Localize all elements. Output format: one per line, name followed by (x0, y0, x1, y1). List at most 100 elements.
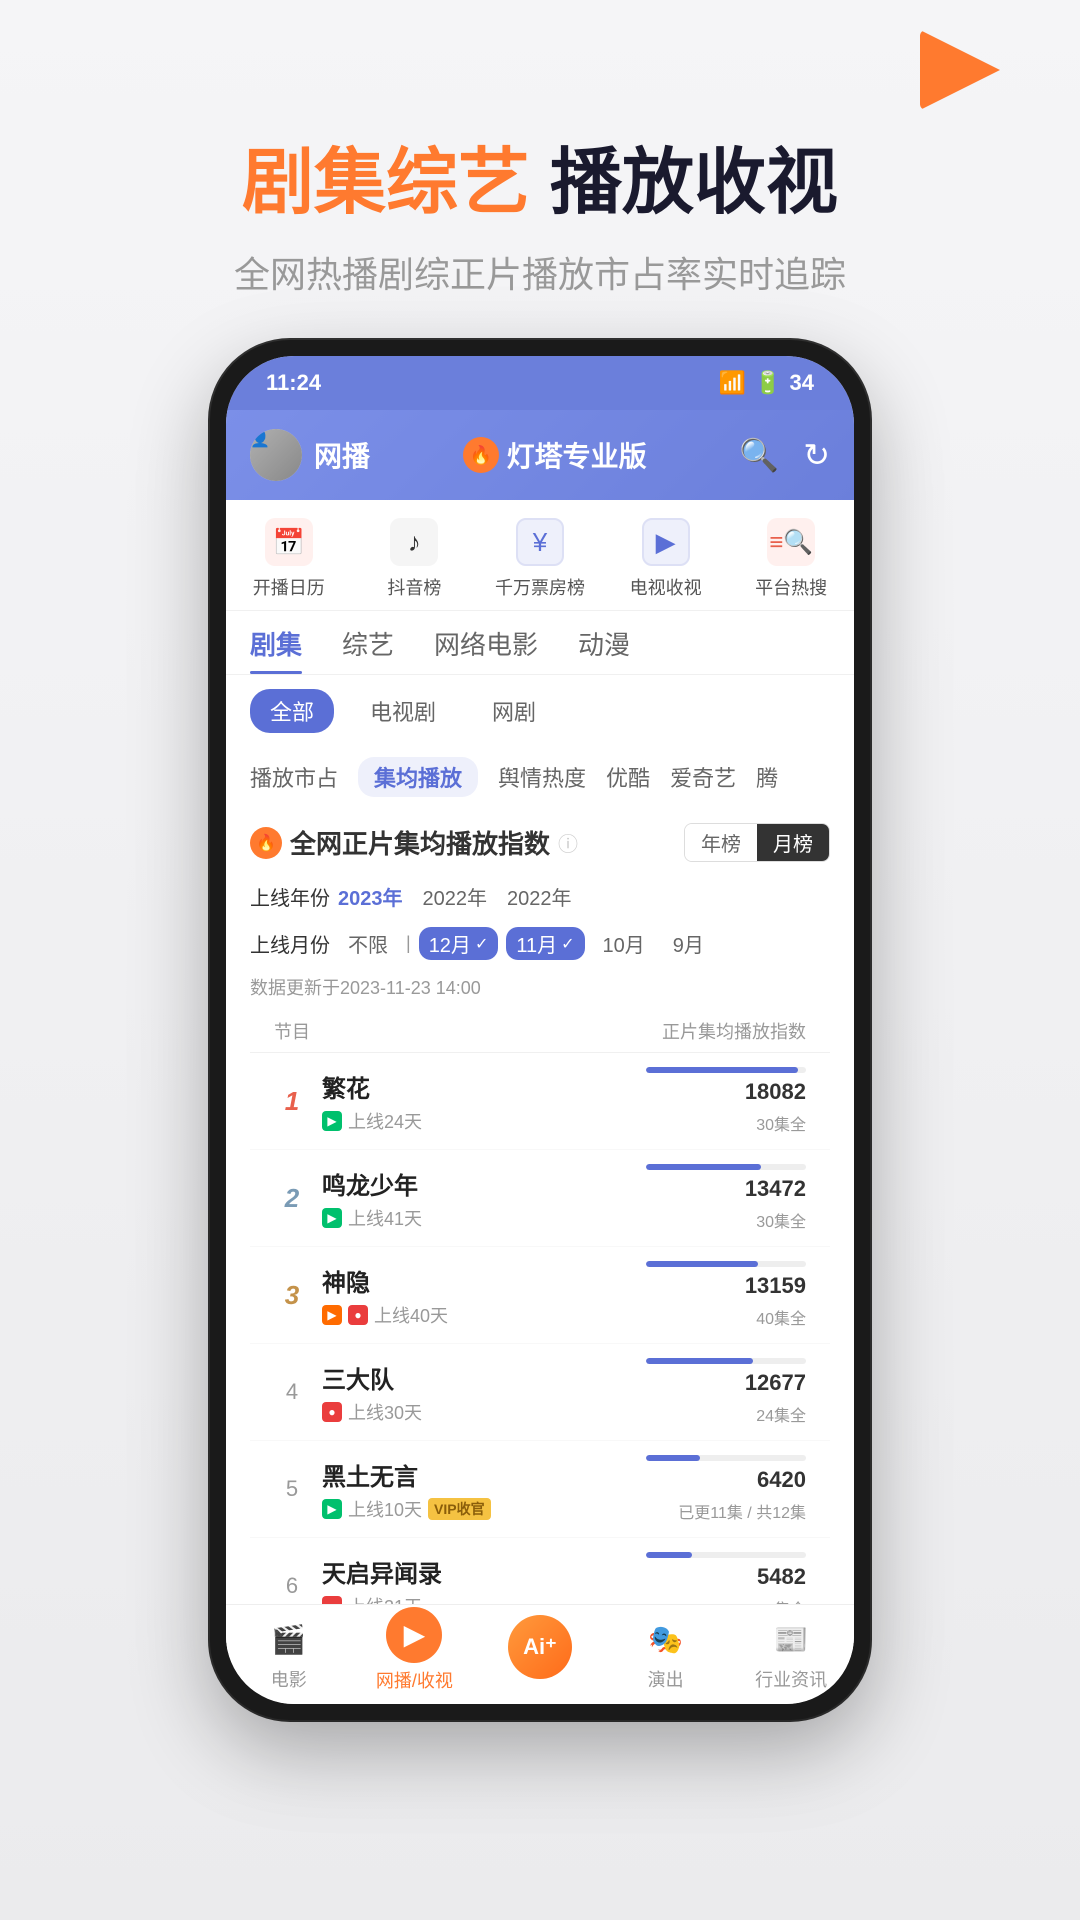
status-icons: 📶 🔋 34 (719, 370, 814, 396)
list-item[interactable]: 1 繁花 ▶ 上线24天 18082 30集全 (250, 1053, 830, 1150)
list-item[interactable]: 4 三大队 ● 上线30天 12677 24集全 (250, 1344, 830, 1441)
score-bar (646, 1261, 806, 1267)
year-2022a[interactable]: 2022年 (423, 882, 488, 911)
filter-avgplay[interactable]: 集均播放 (358, 757, 478, 797)
nav-item-tv[interactable]: ▶ 电视收视 (603, 516, 729, 600)
nav-label-tv: 电视收视 (630, 574, 702, 600)
filter-youku[interactable]: 优酷 (606, 761, 650, 793)
tab-variety[interactable]: 综艺 (342, 625, 394, 674)
month-separator: | (406, 933, 411, 954)
item-name: 神隐 (322, 1263, 634, 1298)
chart-title-row: 🔥 全网正片集均播放指数 ⓘ (250, 824, 578, 861)
refresh-icon[interactable]: ↻ (803, 436, 830, 474)
score-sub: 24集全 (756, 1402, 806, 1426)
app-header: 👤 网播 🔥 灯塔专业版 🔍 ↻ (226, 410, 854, 500)
tv-icon: ▶ (640, 516, 692, 568)
filter-iqiyi[interactable]: 爱奇艺 (670, 761, 736, 793)
chart-tab-year[interactable]: 年榜 (685, 824, 757, 861)
sub-tab-tv[interactable]: 电视剧 (350, 689, 456, 733)
item-meta: ▶ 上线41天 (322, 1205, 634, 1231)
item-info: 鸣龙少年 ▶ 上线41天 (322, 1166, 634, 1231)
platform-youku-icon: ▶ (322, 1305, 342, 1325)
filter-sentiment[interactable]: 舆情热度 (498, 761, 586, 793)
tab-drama[interactable]: 剧集 (250, 625, 302, 674)
item-online-days: 上线40天 (374, 1302, 448, 1328)
boxoffice-icon: ¥ (514, 516, 566, 568)
phone-inner: 11:24 📶 🔋 34 👤 网播 🔥 灯塔专业版 (226, 356, 854, 1704)
bar-fill (646, 1358, 753, 1364)
month-12[interactable]: 12月 ✓ (419, 927, 499, 960)
avatar[interactable]: 👤 (250, 429, 302, 481)
app-brand-label: 网播 (314, 435, 370, 475)
rank-1: 1 (285, 1086, 299, 1116)
nav-movie[interactable]: 🎬 电影 (226, 1618, 352, 1692)
nav-label-calendar: 开播日历 (253, 574, 325, 600)
score-value: 6420 (757, 1467, 806, 1493)
rank-number: 4 (274, 1379, 310, 1405)
nav-item-hot[interactable]: ≡🔍 平台热搜 (728, 516, 854, 600)
sub-tab-all[interactable]: 全部 (250, 689, 334, 733)
item-bar-score: 6420 已更11集 / 共12集 (646, 1455, 806, 1523)
info-icon[interactable]: ⓘ (558, 828, 578, 857)
rank-3: 3 (285, 1280, 299, 1310)
app-header-right: 🔍 ↻ (739, 436, 830, 474)
sub-tab-web[interactable]: 网剧 (472, 689, 556, 733)
nav-webcast[interactable]: ▶ 网播/收视 (352, 1617, 478, 1693)
item-name: 天启异闻录 (322, 1554, 634, 1589)
chart-brand-icon: 🔥 (250, 827, 282, 859)
item-online-days: 上线10天 (348, 1496, 422, 1522)
item-info: 繁花 ▶ 上线24天 (322, 1069, 634, 1134)
wifi-icon: 📶 (719, 370, 746, 396)
list-item[interactable]: 3 神隐 ▶ ● 上线40天 13159 (250, 1247, 830, 1344)
bar-fill (646, 1455, 700, 1461)
search-icon[interactable]: 🔍 (739, 436, 779, 474)
news-nav-icon: 📰 (769, 1618, 813, 1662)
movie-nav-icon: 🎬 (267, 1618, 311, 1662)
year-2022b[interactable]: 2022年 (507, 882, 572, 911)
month-10[interactable]: 10月 (593, 927, 655, 960)
nav-webcast-label: 网播/收视 (376, 1667, 453, 1693)
nav-news[interactable]: 📰 行业资讯 (728, 1618, 854, 1692)
title-dark: 播放收视 (550, 143, 838, 223)
year-selector-label: 上线年份 (250, 882, 330, 911)
bottom-nav: 🎬 电影 ▶ 网播/收视 Ai⁺ 🎭 演出 📰 行业资讯 (226, 1604, 854, 1704)
platform-mgtv-icon: ● (322, 1402, 342, 1422)
year-2023[interactable]: 2023年 (338, 882, 403, 911)
nav-label-boxoffice: 千万票房榜 (495, 574, 585, 600)
status-bar: 11:24 📶 🔋 34 (226, 356, 854, 410)
chart-title: 全网正片集均播放指数 (290, 824, 550, 861)
item-name: 繁花 (322, 1069, 634, 1104)
month-11[interactable]: 11月 ✓ (506, 927, 584, 960)
play-icon-decoration (920, 30, 1020, 110)
item-bar-score: 18082 30集全 (646, 1067, 806, 1135)
tab-animation[interactable]: 动漫 (578, 625, 630, 674)
bar-fill (646, 1067, 798, 1073)
nav-show[interactable]: 🎭 演出 (603, 1618, 729, 1692)
chart-tab-month[interactable]: 月榜 (757, 824, 829, 861)
nav-item-douyin[interactable]: ♪ 抖音榜 (352, 516, 478, 600)
nav-item-boxoffice[interactable]: ¥ 千万票房榜 (477, 516, 603, 600)
nav-show-label: 演出 (648, 1666, 684, 1692)
nav-label-hot: 平台热搜 (755, 574, 827, 600)
app-header-left: 👤 网播 (250, 429, 370, 481)
bar-fill (646, 1552, 692, 1558)
month-nolimit[interactable]: 不限 (338, 927, 398, 960)
list-item[interactable]: 2 鸣龙少年 ▶ 上线41天 13472 30集全 (250, 1150, 830, 1247)
item-name: 黑土无言 (322, 1457, 634, 1492)
score-value: 12677 (745, 1370, 806, 1396)
filter-playshare[interactable]: 播放市占 (250, 761, 338, 793)
score-sub: 已更11集 / 共12集 (678, 1499, 806, 1523)
item-info: 三大队 ● 上线30天 (322, 1360, 634, 1425)
list-item[interactable]: 5 黑土无言 ▶ 上线10天 VIP收官 64 (250, 1441, 830, 1538)
month-9[interactable]: 9月 (663, 927, 714, 960)
score-value: 5482 (757, 1564, 806, 1590)
platform-iqiyi-icon: ▶ (322, 1208, 342, 1228)
rank-4: 4 (286, 1379, 298, 1404)
filter-tencent[interactable]: 腾 (756, 761, 778, 793)
tab-movie[interactable]: 网络电影 (434, 625, 538, 674)
brand-icon: 🔥 (463, 437, 499, 473)
nav-ai[interactable]: Ai⁺ (477, 1631, 603, 1679)
header-title: 剧集综艺 播放收视 (0, 140, 1080, 226)
score-value: 18082 (745, 1079, 806, 1105)
nav-item-calendar[interactable]: 📅 开播日历 (226, 516, 352, 600)
